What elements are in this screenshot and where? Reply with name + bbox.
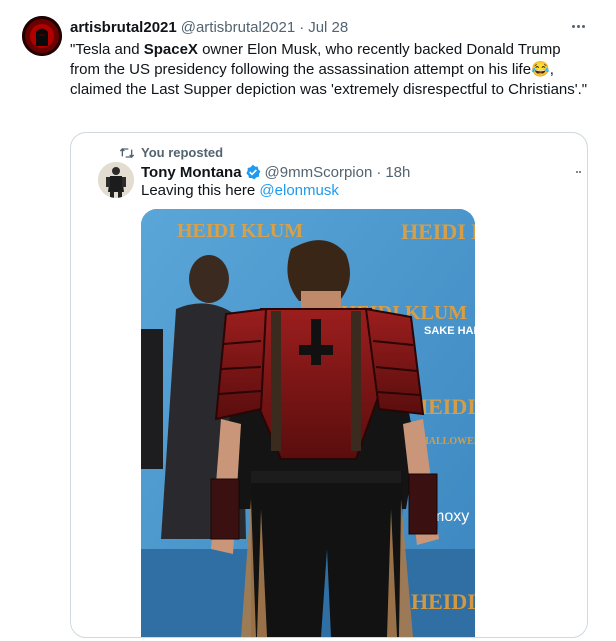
quoted-tweet-card[interactable]: You reposted Tony Montana @9mmScorpion ·… [70,132,588,638]
tweet-header: artisbrutal2021 @artisbrutal2021 · Jul 2… [70,17,348,37]
quoted-more-icon[interactable] [576,169,586,175]
quoted-author-avatar[interactable] [98,162,134,198]
backdrop-wordmark-1: HEIDI KLUM [177,220,303,242]
quoted-author-display-name[interactable]: Tony Montana [141,164,242,181]
mention-link[interactable]: @elonmusk [259,182,338,199]
quoted-author-handle[interactable]: @9mmScorpion [265,164,373,181]
quoted-tweet-time[interactable]: 18h [385,164,410,181]
tweet-date[interactable]: Jul 28 [308,19,348,36]
repost-icon [119,147,135,158]
laughing-emoji-icon: 😂 [531,61,550,78]
reposted-label: You reposted [141,145,224,160]
quoted-tweet-photo[interactable]: HEIDI KLUM HEIDI KLUM HEIDI KLUM HEIDI K… [141,209,475,637]
backdrop-wordmark-2: HEIDI KLUM [401,219,475,244]
verified-badge-icon [245,164,260,180]
author-display-name[interactable]: artisbrutal2021 [70,19,177,36]
quoted-tweet-text: Leaving this here @elonmusk [141,182,339,199]
more-icon[interactable] [568,18,588,34]
photo-man-in-costume: HEIDI KLUM HEIDI KLUM HEIDI KLUM HEIDI K… [141,209,475,637]
author-handle[interactable]: @artisbrutal2021 [181,19,295,36]
author-avatar[interactable] [22,16,62,56]
separator-dot: · [299,18,305,36]
tweet-text: "Tesla and SpaceX owner Elon Musk, who r… [70,41,588,98]
backdrop-sponsor: SAKE HANA [424,325,475,337]
quoted-tweet-header: Tony Montana @9mmScorpion · 18h [141,162,410,182]
backdrop-wordmark-5: HEIDI KLUM [411,589,475,614]
reposted-indicator: You reposted [119,145,223,160]
separator-dot: · [376,163,382,181]
tweet[interactable]: artisbrutal2021 @artisbrutal2021 · Jul 2… [0,0,616,641]
backdrop-wordmark-6: HALLOWEEN [421,436,475,447]
